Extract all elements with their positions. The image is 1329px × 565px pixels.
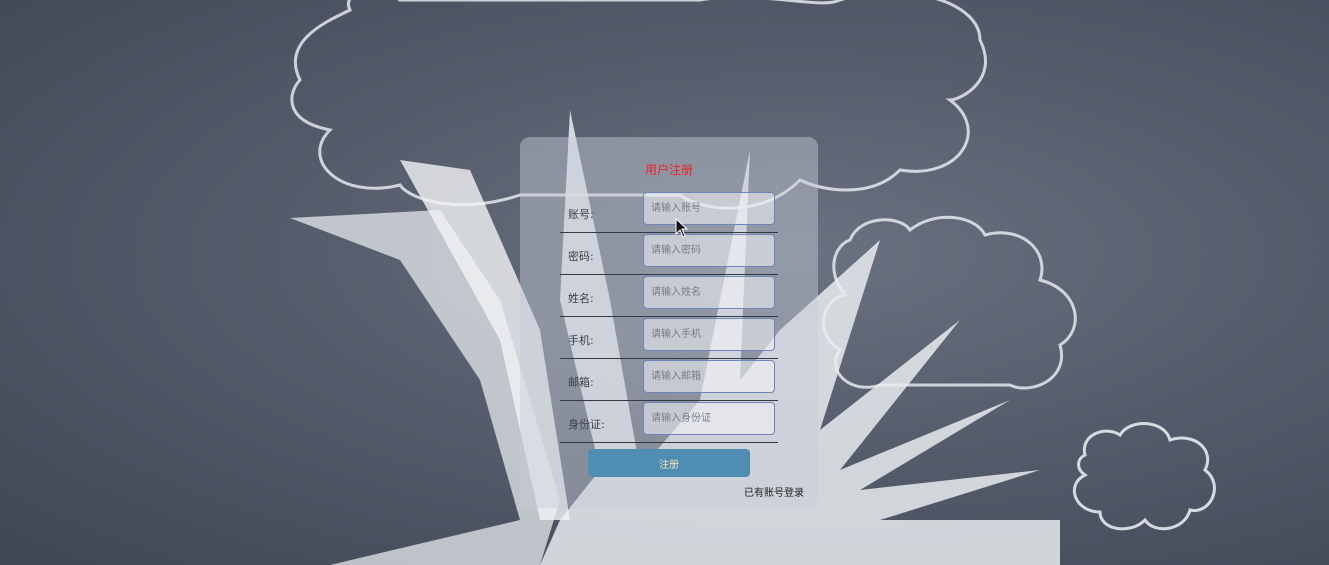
name-label: 姓名: [568, 292, 594, 305]
divider [560, 274, 778, 275]
email-row: 邮箱: [560, 360, 818, 402]
page-title: 用户注册 [644, 163, 693, 177]
phone-row: 手机: [560, 318, 818, 360]
account-input[interactable] [643, 192, 775, 225]
divider [560, 316, 778, 317]
name-input[interactable] [643, 276, 775, 309]
register-button[interactable]: 注册 [588, 449, 750, 477]
register-panel: 用户注册 账号: 密码: 姓名: 手机: 邮箱: 身份证: 注册 已有账号登录 [520, 137, 818, 508]
id-card-label: 身份证: [568, 418, 605, 431]
account-row: 账号: [560, 192, 818, 234]
divider [560, 358, 778, 359]
name-row: 姓名: [560, 276, 818, 318]
email-label: 邮箱: [568, 376, 594, 389]
email-input[interactable] [643, 360, 775, 393]
account-label: 账号: [568, 208, 594, 221]
id-card-row: 身份证: [560, 402, 818, 444]
mouse-cursor-icon [675, 217, 689, 242]
phone-input[interactable] [643, 318, 775, 351]
login-link[interactable]: 已有账号登录 [744, 484, 804, 499]
divider [560, 442, 778, 443]
id-card-input[interactable] [643, 402, 775, 435]
password-input[interactable] [643, 234, 775, 267]
phone-label: 手机: [568, 334, 594, 347]
password-label: 密码: [568, 250, 594, 263]
password-row: 密码: [560, 234, 818, 276]
divider [560, 400, 778, 401]
divider [560, 232, 778, 233]
